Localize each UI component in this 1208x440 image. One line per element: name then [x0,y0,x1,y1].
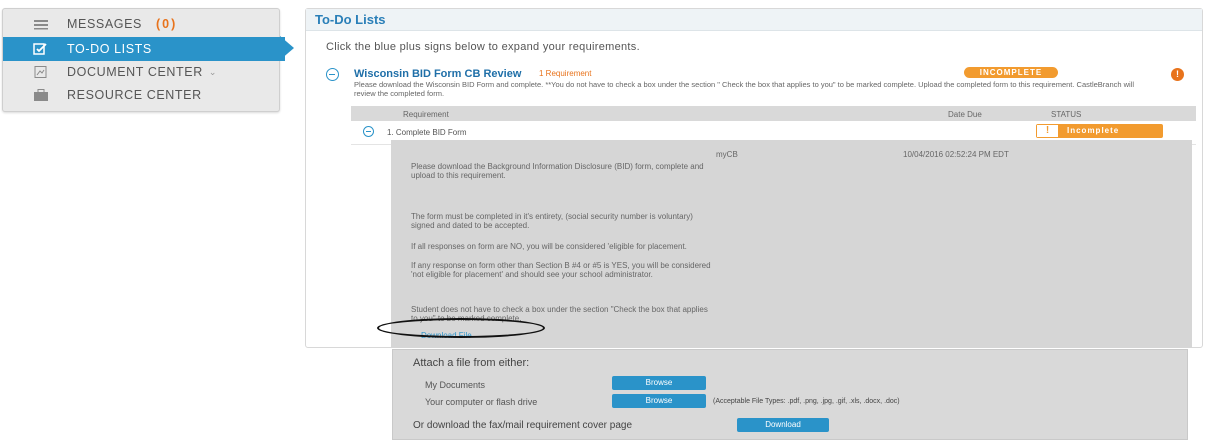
intro-text: Click the blue plus signs below to expan… [326,41,640,53]
warning-icon: ! [1037,125,1058,137]
column-date-due: Date Due [948,110,982,119]
status-badge: ! Incomplete [1036,124,1163,138]
chevron-down-icon: ⌄ [208,66,218,77]
status-badge: INCOMPLETE [964,67,1058,78]
sidebar-item-label: MESSAGES [67,17,142,31]
detail-paragraph: The form must be completed in it's entir… [411,212,693,230]
highlight-oval [377,318,545,338]
computer-label: Your computer or flash drive [425,397,538,407]
requirement-header: Wisconsin BID Form CB Review 1 Requireme… [324,67,1194,105]
attach-heading: Attach a file from either: [413,357,530,369]
browse-computer-button[interactable]: Browse [612,394,706,408]
requirement-title[interactable]: Wisconsin BID Form CB Review [354,68,521,80]
sidebar-item-document-center[interactable]: DOCUMENT CENTER ⌄ [3,60,281,84]
briefcase-icon [33,89,49,101]
requirement-count: 1 Requirement [539,69,592,78]
messages-icon [33,18,49,30]
detail-source: myCB [716,150,738,159]
detail-datetime: 10/04/2016 02:52:24 PM EDT [903,150,1009,159]
sub-requirement-label[interactable]: 1. Complete BID Form [387,128,467,137]
sidebar-item-resource-center[interactable]: RESOURCE CENTER [3,83,281,107]
sidebar-item-messages[interactable]: MESSAGES (0) [3,12,281,36]
detail-paragraph: If any response on form other than Secti… [411,261,711,279]
collapse-icon[interactable] [363,126,374,137]
document-icon [33,66,49,78]
todo-panel: To-Do Lists Click the blue plus signs be… [305,8,1203,348]
file-types-text: (Acceptable File Types: .pdf, .png, .jpg… [713,398,900,405]
status-text: Incomplete [1067,126,1120,135]
alert-icon: ! [1171,68,1184,81]
sidebar-item-label: TO-DO LISTS [67,42,152,56]
table-header: Requirement Date Due STATUS [351,106,1196,121]
page-title: To-Do Lists [306,9,1202,31]
sidebar-item-todo-lists[interactable]: TO-DO LISTS [3,37,285,61]
browse-documents-button[interactable]: Browse [612,376,706,390]
collapse-icon[interactable] [326,68,339,81]
sidebar-item-label: DOCUMENT CENTER [67,65,203,79]
download-cover-button[interactable]: Download [737,418,829,432]
requirement-detail: myCB 10/04/2016 02:52:24 PM EDT Please d… [391,140,1192,348]
detail-paragraph: If all responses on form are NO, you wil… [411,242,687,251]
detail-paragraph: Please download the Background Informati… [411,162,704,180]
active-indicator-arrow [280,36,294,60]
sidebar-nav: MESSAGES (0) TO-DO LISTS DOCUMENT CENTER… [2,8,285,112]
todo-icon [33,43,49,55]
fax-cover-text: Or download the fax/mail requirement cov… [413,420,633,431]
column-requirement: Requirement [403,110,449,119]
sidebar-item-label: RESOURCE CENTER [67,88,202,102]
my-documents-label: My Documents [425,380,486,390]
attach-panel: Attach a file from either: My Documents … [392,349,1188,440]
column-status: STATUS [1051,110,1082,119]
message-count: (0) [155,17,178,31]
requirement-description: Please download the Wisconsin BID Form a… [354,80,1135,98]
